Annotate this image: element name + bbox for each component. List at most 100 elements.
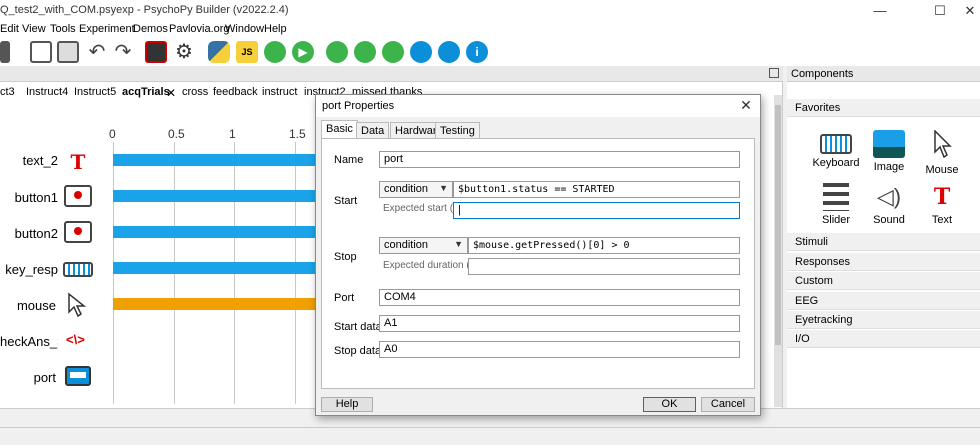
run-icon[interactable] xyxy=(264,41,286,63)
component-sound[interactable]: ◁) Sound xyxy=(865,183,913,226)
settings-icon[interactable]: ⚙ xyxy=(173,41,195,63)
component-image[interactable]: Image xyxy=(865,130,913,173)
axis-tick-1.5: 1.5 xyxy=(289,127,306,141)
run-online-icon[interactable] xyxy=(326,41,348,63)
component-keyboard[interactable]: Keyboard xyxy=(812,130,860,169)
expected-duration-field[interactable] xyxy=(468,258,740,275)
port-field[interactable]: COM4 xyxy=(379,289,740,306)
timeline-bar-button2[interactable] xyxy=(113,226,318,238)
tab-basic[interactable]: Basic xyxy=(321,120,358,139)
section-stimuli[interactable]: Stimuli xyxy=(787,233,980,251)
pavlovia-icon[interactable] xyxy=(382,41,404,63)
port-properties-dialog: port Properties ✕ Basic Data Hardware Te… xyxy=(315,94,761,416)
menu-view[interactable]: View xyxy=(22,23,46,35)
python-icon[interactable] xyxy=(208,41,230,63)
row-label-text-2[interactable]: text_2 xyxy=(0,153,58,168)
row-label-port[interactable]: port xyxy=(0,370,56,385)
row-label-key-resp[interactable]: key_resp xyxy=(0,262,58,277)
component-slider[interactable]: Slider xyxy=(812,183,860,226)
row-label-mouse[interactable]: mouse xyxy=(0,298,56,313)
stop-type-value: condition xyxy=(384,239,429,251)
menu-experiment[interactable]: Experiment xyxy=(79,23,135,35)
js-icon[interactable]: JS xyxy=(236,41,258,63)
row-label-button1[interactable]: button1 xyxy=(0,190,58,205)
tab-ct3[interactable]: ct3 xyxy=(0,86,15,98)
start-data-field[interactable]: A1 xyxy=(379,315,740,332)
search-icon[interactable] xyxy=(410,41,432,63)
tab-acqtrials[interactable]: acqTrials xyxy=(122,86,170,98)
stop-label: Stop xyxy=(334,251,357,263)
chevron-down-icon: ▼ xyxy=(439,183,448,193)
tab-testing[interactable]: Testing xyxy=(435,122,480,138)
component-text[interactable]: T Text xyxy=(918,183,966,226)
close-window-button[interactable]: ✕ xyxy=(950,0,980,22)
info-icon[interactable]: i xyxy=(466,41,488,63)
start-data-label: Start data xyxy=(334,321,382,333)
tab-close-icon[interactable]: ✕ xyxy=(166,86,176,100)
timeline-bar-mouse[interactable] xyxy=(113,298,318,310)
save-icon[interactable] xyxy=(57,41,79,63)
ok-button[interactable]: OK xyxy=(643,397,696,412)
tab-instruct4[interactable]: Instruct4 xyxy=(26,86,68,98)
keyboard-component-icon[interactable] xyxy=(63,262,93,277)
tab-cross[interactable]: cross xyxy=(182,86,208,98)
start-type-select[interactable]: condition ▼ xyxy=(379,181,453,198)
button-component-icon[interactable] xyxy=(64,185,92,207)
text-component-icon[interactable]: T xyxy=(68,150,88,174)
timeline-bar-text-2[interactable] xyxy=(113,154,318,166)
redo-icon[interactable]: ↷ xyxy=(112,41,134,63)
expected-start-field[interactable]: | xyxy=(453,202,740,219)
timeline-bar-button1[interactable] xyxy=(113,190,318,202)
menu-help[interactable]: Help xyxy=(264,23,287,35)
stop-data-field[interactable]: A0 xyxy=(379,341,740,358)
chevron-down-icon: ▼ xyxy=(454,239,463,249)
code-component-icon[interactable]: <\> xyxy=(66,332,92,347)
monitor-icon[interactable] xyxy=(145,41,167,63)
axis-tick-0: 0 xyxy=(109,127,116,141)
panel-maximize-icon[interactable] xyxy=(769,68,779,78)
dialog-close-icon[interactable]: ✕ xyxy=(738,97,754,114)
section-eyetracking[interactable]: Eyetracking xyxy=(787,311,980,329)
stop-data-label: Stop data xyxy=(334,345,382,357)
user-icon[interactable] xyxy=(438,41,460,63)
mouse-component-icon[interactable] xyxy=(66,292,88,318)
section-eeg[interactable]: EEG xyxy=(787,292,980,310)
cancel-button[interactable]: Cancel xyxy=(701,397,755,412)
vertical-scrollbar[interactable] xyxy=(774,95,782,407)
tab-feedback[interactable]: feedback xyxy=(213,86,258,98)
minimize-button[interactable]: — xyxy=(860,0,900,22)
help-button[interactable]: Help xyxy=(321,397,373,412)
title-bar: Q_test2_with_COM.psyexp - PsychoPy Build… xyxy=(0,0,980,22)
tab-instruct[interactable]: instruct xyxy=(262,86,297,98)
new-file-icon[interactable] xyxy=(0,41,10,63)
timeline-bar-key-resp[interactable] xyxy=(113,262,318,274)
button-component-icon[interactable] xyxy=(64,221,92,243)
start-condition-field[interactable]: $button1.status == STARTED xyxy=(453,181,740,198)
row-label-button2[interactable]: button2 xyxy=(0,226,58,241)
menu-tools[interactable]: Tools xyxy=(50,23,76,35)
component-label: Image xyxy=(873,161,905,173)
name-field[interactable]: port xyxy=(379,151,740,168)
component-mouse[interactable]: Mouse xyxy=(918,129,966,176)
menu-edit[interactable]: Edit xyxy=(0,23,19,35)
undo-icon[interactable]: ↶ xyxy=(86,41,108,63)
image-icon xyxy=(873,130,905,158)
menu-window[interactable]: Window xyxy=(225,23,264,35)
row-label-checkans-3[interactable]: heckAns_3 xyxy=(0,334,58,349)
section-io[interactable]: I/O xyxy=(787,330,980,348)
dialog-title-bar: port Properties xyxy=(316,95,760,117)
routine-panel-header xyxy=(0,66,783,82)
pilot-icon[interactable]: ▶ xyxy=(292,41,314,63)
tab-instruct5[interactable]: Instruct5 xyxy=(74,86,116,98)
menu-pavlovia[interactable]: Pavlovia.org xyxy=(169,23,230,35)
serial-port-component-icon[interactable] xyxy=(65,366,91,386)
section-responses[interactable]: Responses xyxy=(787,253,980,271)
section-custom[interactable]: Custom xyxy=(787,272,980,290)
favorites-section[interactable]: Favorites xyxy=(787,99,980,117)
stop-condition-field[interactable]: $mouse.getPressed()[0] > 0 xyxy=(468,237,740,254)
sync-icon[interactable] xyxy=(354,41,376,63)
menu-demos[interactable]: Demos xyxy=(133,23,168,35)
open-file-icon[interactable] xyxy=(30,41,52,63)
stop-type-select[interactable]: condition ▼ xyxy=(379,237,468,254)
tab-data[interactable]: Data xyxy=(356,122,390,138)
